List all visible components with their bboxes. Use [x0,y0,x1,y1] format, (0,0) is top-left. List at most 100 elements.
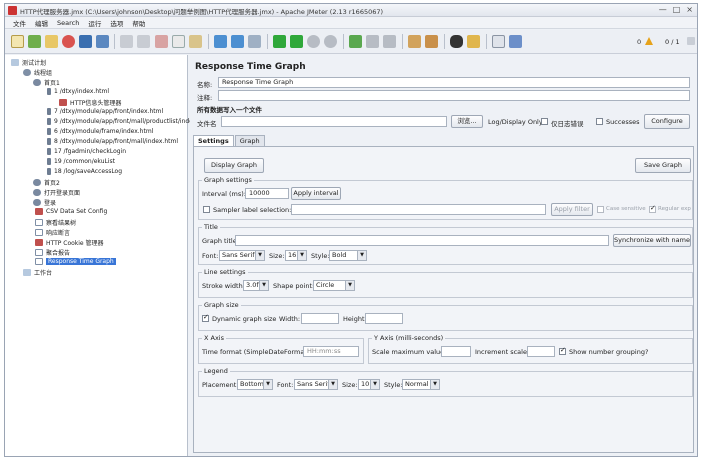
help-icon[interactable] [509,35,522,48]
browse-button[interactable]: 浏览... [451,115,483,128]
tree-item-header-manager[interactable]: HTTP信息头管理器 [59,98,121,107]
legend-size-select[interactable]: 10 ▼ [358,379,380,390]
time-format-field[interactable]: HH:mm:ss [303,346,359,357]
reset-search-icon[interactable] [467,35,480,48]
warning-icon[interactable] [645,37,653,45]
save-as-icon[interactable] [96,35,109,48]
menu-edit[interactable]: 编辑 [35,18,48,28]
style-select[interactable]: Bold ▼ [329,250,367,261]
tree-item-sampler[interactable]: 9 /dtxy/module/app/front/mall/productlis… [47,118,202,125]
case-sensitive-checkbox[interactable] [597,206,604,213]
sampler-label-field[interactable] [291,204,546,215]
save-graph-button[interactable]: Save Graph [635,158,691,173]
successes-checkbox[interactable] [596,118,603,125]
undo-icon[interactable] [120,35,133,48]
legend-style-select[interactable]: Normal ▼ [402,379,440,390]
name-field[interactable]: Response Time Graph [218,77,690,88]
menu-run[interactable]: 运行 [88,18,101,28]
size-select[interactable]: 16 ▼ [285,250,307,261]
save-icon[interactable] [79,35,92,48]
expand-icon[interactable] [214,35,227,48]
tree-item-controller[interactable]: 首页2 [33,178,60,187]
tab-settings[interactable]: Settings [193,135,234,146]
tab-graph[interactable]: Graph [234,135,265,146]
test-plan-tree: 测试计划 线程组 首页1 1 /dtxy/index.html HTTP信息头管… [5,55,202,456]
maximize-button[interactable]: □ [673,5,681,14]
close-button[interactable]: × [686,5,693,14]
display-graph-button[interactable]: Display Graph [204,158,264,173]
templates-icon[interactable] [28,35,41,48]
controller-icon [33,199,41,206]
menu-file[interactable]: 文件 [13,18,26,28]
stroke-width-select[interactable]: 3.0f ▼ [243,280,269,291]
tree-item-sampler[interactable]: 8 /dtxy/module/app/front/mall/index.html [47,138,178,145]
menu-search[interactable]: Search [57,19,79,27]
minimize-button[interactable]: — [659,5,667,14]
filename-field[interactable] [221,116,447,127]
collapse-icon[interactable] [231,35,244,48]
dynamic-graph-size-checkbox[interactable] [202,313,209,322]
tree-item-controller[interactable]: 打开登录页面 [33,188,80,197]
tree-item-controller[interactable]: 首页1 [33,78,60,87]
menu-options[interactable]: 选项 [110,18,123,28]
shutdown-icon[interactable] [324,35,337,48]
copy-icon[interactable] [172,35,185,48]
close-file-icon[interactable] [62,35,75,48]
interval-field[interactable]: 10000 [245,188,289,199]
paste-icon[interactable] [189,35,202,48]
menu-help[interactable]: 帮助 [132,18,145,28]
tree-item-controller[interactable]: 登录 [33,198,56,207]
function-helper-icon[interactable] [492,35,505,48]
apply-interval-button[interactable]: Apply interval [291,187,341,200]
regular-exp-checkbox[interactable] [649,204,656,213]
redo-icon[interactable] [137,35,150,48]
new-icon[interactable] [11,35,24,48]
legend-font-select[interactable]: Sans Serif ▼ [294,379,338,390]
line-settings-group: Line settings Stroke width: 3.0f ▼ Shape … [198,268,693,298]
tree-item-response-time-graph[interactable]: Response Time Graph [35,258,116,265]
start-no-pause-icon[interactable] [290,35,303,48]
tree-item-assertion[interactable]: 响应断言 [35,228,70,237]
show-number-grouping-checkbox[interactable] [559,346,566,355]
height-field[interactable] [365,313,403,324]
apply-filter-button[interactable]: Apply filter [551,203,593,216]
remote-stop-icon[interactable] [366,35,379,48]
clear-all-icon[interactable] [425,35,438,48]
sampler-label-selection-label: Sampler label selection: [213,206,292,214]
sampler-label-checkbox[interactable] [203,206,210,213]
shape-point-select[interactable]: Circle ▼ [313,280,355,291]
graph-title-field[interactable] [235,235,609,246]
chevron-down-icon: ▼ [345,281,354,290]
start-icon[interactable] [273,35,286,48]
scale-max-field[interactable] [441,346,471,357]
tree-item-workbench[interactable]: 工作台 [23,268,52,277]
errors-only-checkbox[interactable] [541,118,548,125]
open-icon[interactable] [45,35,58,48]
tree-item-sampler[interactable]: 17 /fgadmin/checkLogin [47,148,126,155]
stop-icon[interactable] [307,35,320,48]
tree-item-listener[interactable]: 察看结果树 [35,218,76,227]
font-select[interactable]: Sans Serif ▼ [219,250,265,261]
tree-item-listener[interactable]: 聚合报告 [35,248,70,257]
search-icon[interactable] [450,35,463,48]
comment-field[interactable] [218,90,690,101]
tree-item-thread-group[interactable]: 线程组 [23,68,52,77]
clear-icon[interactable] [408,35,421,48]
synchronize-button[interactable]: Synchronize with name [613,234,691,247]
tree-item-sampler[interactable]: 1 /dtxy/index.html [47,88,109,95]
cut-icon[interactable] [155,35,168,48]
tree-item-config[interactable]: CSV Data Set Config [35,208,107,215]
toggle-icon[interactable] [248,35,261,48]
tree-item-config[interactable]: HTTP Cookie 管理器 [35,238,104,247]
remote-exit-icon[interactable] [383,35,396,48]
placement-select[interactable]: Bottom ▼ [237,379,273,390]
tree-item-test-plan[interactable]: 测试计划 [11,58,46,67]
tree-item-sampler[interactable]: 6 /dtxy/module/frame/index.html [47,128,153,135]
increment-scale-field[interactable] [527,346,555,357]
configure-button[interactable]: Configure [644,114,690,129]
width-field[interactable] [301,313,339,324]
remote-start-icon[interactable] [349,35,362,48]
tree-item-sampler[interactable]: 7 /dtxy/module/app/front/index.html [47,108,163,115]
tree-item-sampler[interactable]: 18 /log/saveAccessLog [47,168,122,175]
tree-item-sampler[interactable]: 19 /common/ekuList [47,158,115,165]
